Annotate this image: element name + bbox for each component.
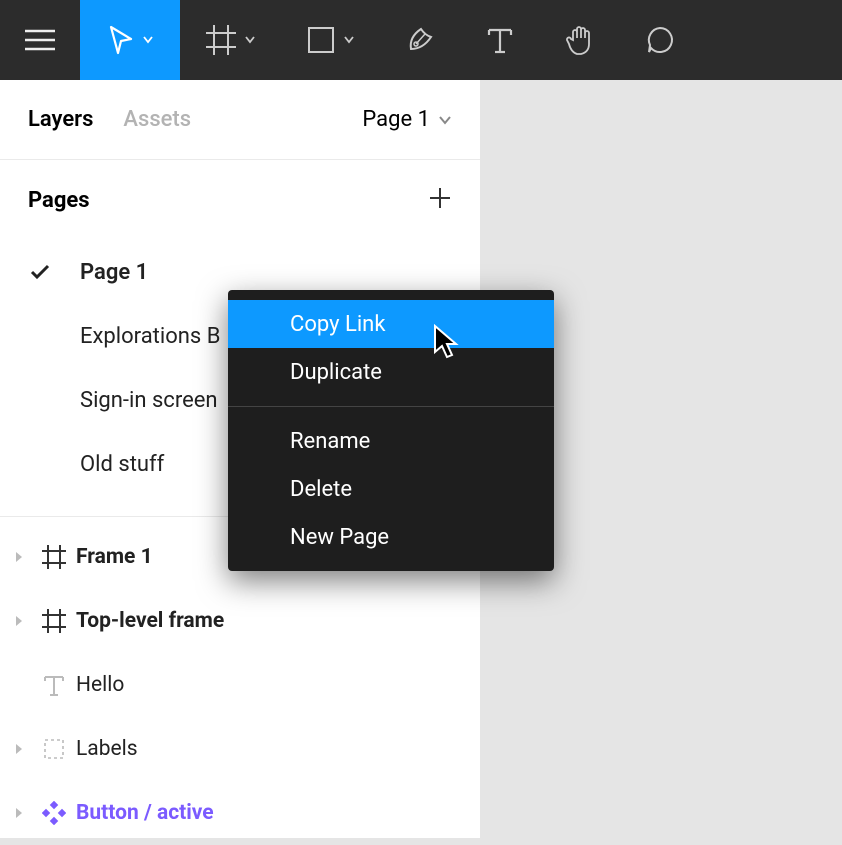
text-icon xyxy=(43,673,65,697)
page-label: Old stuff xyxy=(80,452,164,477)
frame-tool-button[interactable] xyxy=(180,0,280,80)
chevron-down-icon xyxy=(438,115,452,125)
comment-icon xyxy=(645,25,675,55)
move-tool-icon xyxy=(108,25,134,55)
move-tool-button[interactable] xyxy=(80,0,180,80)
layer-row-group[interactable]: Labels xyxy=(0,717,480,781)
page-selector-label: Page 1 xyxy=(362,107,430,132)
hand-icon xyxy=(565,24,595,56)
plus-icon xyxy=(428,186,452,210)
menu-icon xyxy=(25,29,55,51)
menu-item-duplicate[interactable]: Duplicate xyxy=(228,348,554,396)
layer-label: Button / active xyxy=(76,801,214,825)
frame-icon xyxy=(42,545,66,569)
group-icon xyxy=(43,738,65,760)
frame-icon xyxy=(42,609,66,633)
sidebar-tabs: Layers Assets Page 1 xyxy=(0,80,480,160)
layer-label: Hello xyxy=(76,673,124,697)
layer-label: Labels xyxy=(76,737,138,761)
tab-layers[interactable]: Layers xyxy=(28,107,93,132)
layer-row-text[interactable]: Hello xyxy=(0,653,480,717)
chevron-down-icon xyxy=(143,36,153,44)
layer-row-frame[interactable]: Top-level frame xyxy=(0,589,480,653)
layer-label: Frame 1 xyxy=(76,545,153,569)
tab-assets[interactable]: Assets xyxy=(123,107,191,132)
menu-item-delete[interactable]: Delete xyxy=(228,465,554,513)
menu-item-new-page[interactable]: New Page xyxy=(228,513,554,561)
page-label: Page 1 xyxy=(80,260,148,285)
pages-header-label: Pages xyxy=(28,188,90,213)
page-label: Sign-in screen xyxy=(80,388,218,413)
frame-icon xyxy=(206,25,236,55)
disclosure-triangle-icon xyxy=(14,807,24,819)
shape-tool-button[interactable] xyxy=(280,0,380,80)
component-icon xyxy=(42,801,66,825)
menu-item-rename[interactable]: Rename xyxy=(228,417,554,465)
chevron-down-icon xyxy=(245,36,255,44)
disclosure-triangle-icon xyxy=(14,743,24,755)
check-icon xyxy=(30,264,50,280)
hand-tool-button[interactable] xyxy=(540,0,620,80)
pages-header: Pages xyxy=(0,160,480,240)
text-tool-button[interactable] xyxy=(460,0,540,80)
add-page-button[interactable] xyxy=(428,186,452,214)
text-icon xyxy=(487,26,513,54)
layer-label: Top-level frame xyxy=(76,609,224,633)
context-menu: Copy Link Duplicate Rename Delete New Pa… xyxy=(228,290,554,571)
page-selector[interactable]: Page 1 xyxy=(362,107,452,132)
menu-item-copy-link[interactable]: Copy Link xyxy=(228,300,554,348)
chevron-down-icon xyxy=(344,36,354,44)
rectangle-icon xyxy=(307,26,335,54)
menu-button[interactable] xyxy=(0,0,80,80)
pen-tool-button[interactable] xyxy=(380,0,460,80)
disclosure-triangle-icon xyxy=(14,551,24,563)
comment-tool-button[interactable] xyxy=(620,0,700,80)
menu-separator xyxy=(228,406,554,407)
toolbar xyxy=(0,0,842,80)
pen-icon xyxy=(405,25,435,55)
layer-row-component[interactable]: Button / active xyxy=(0,781,480,845)
disclosure-triangle-icon xyxy=(14,615,24,627)
page-label: Explorations B xyxy=(80,324,220,349)
